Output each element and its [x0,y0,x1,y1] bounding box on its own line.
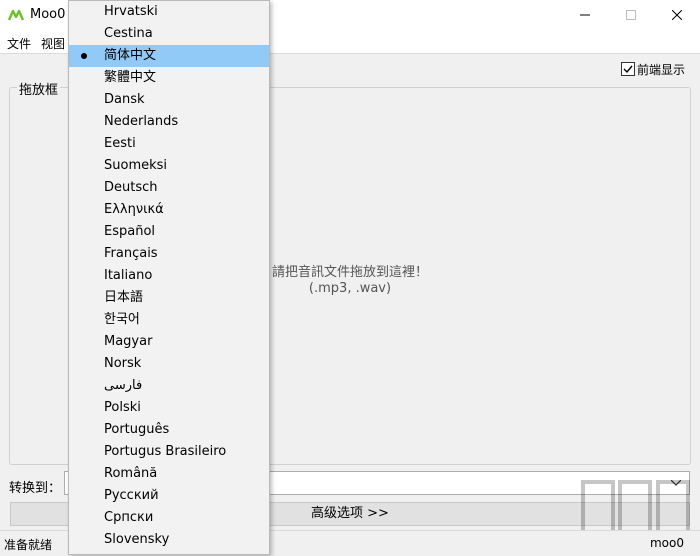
app-logo-icon [7,8,25,22]
language-menu-item[interactable]: Eesti [69,133,269,155]
language-menu-item[interactable]: Cestina [69,23,269,45]
language-menu-item-label: Italiano [104,268,153,283]
maximize-icon [626,10,636,20]
close-button[interactable] [654,0,700,31]
drop-zone-label: 拖放框 [17,79,61,98]
front-display-checkbox[interactable] [621,62,635,76]
language-menu-item[interactable]: Nederlands [69,111,269,133]
convert-to-label: 转换到： [9,481,62,496]
language-menu-item-label: Português [104,422,170,437]
language-menu-item[interactable]: Hrvatski [69,1,269,23]
language-menu-item-label: 한국어 [104,312,140,327]
language-menu-item[interactable]: فارسی [69,375,269,397]
minimize-icon [580,14,590,16]
language-menu-item-label: Portugus Brasileiro [104,444,227,459]
language-menu-item[interactable]: 한국어 [69,309,269,331]
language-menu-item[interactable]: Español [69,221,269,243]
language-menu-item-label: Română [104,466,158,481]
language-menu-item-label: 日本語 [104,290,144,305]
language-menu-item-label: Русский [104,488,159,503]
language-menu-item-label: Dansk [104,92,145,107]
maximize-button[interactable] [608,0,654,31]
language-menu: Hrvatski Cestina 简体中文繁體中文 Dansk Nederlands Ee… [68,0,270,555]
language-menu-item[interactable]: 简体中文 [69,45,269,67]
status-brand[interactable]: moo0 [650,536,684,550]
language-menu-item[interactable]: Română [69,463,269,485]
language-menu-item-label: Cestina [104,26,153,41]
language-menu-item-label: Српски [104,510,154,525]
status-text: 准备就绪 [4,538,53,552]
language-menu-item-label: Español [104,224,156,239]
language-menu-item-label: Norsk [104,356,142,371]
language-menu-item[interactable]: Deutsch [69,177,269,199]
language-menu-item[interactable]: 日本語 [69,287,269,309]
language-menu-item-label: Hrvatski [104,4,158,19]
language-menu-item-label: Français [104,246,158,261]
language-menu-item-label: Deutsch [104,180,158,195]
language-menu-item-label: 繁體中文 [104,70,157,85]
language-menu-item[interactable]: Dansk [69,89,269,111]
language-menu-item-label: Slovensky [104,532,170,547]
language-menu-item-label: 简体中文 [104,48,157,63]
language-menu-item[interactable]: Polski [69,397,269,419]
menu-view[interactable]: 视图 [41,35,65,52]
close-icon [672,10,682,20]
language-list: Hrvatski Cestina 简体中文繁體中文 Dansk Nederlands Ee… [69,1,269,551]
checkmark-icon [623,65,633,74]
window-title: Moo0 [30,7,66,22]
menu-file[interactable]: 文件 [7,35,31,52]
radio-bullet-icon [81,53,87,59]
language-menu-item[interactable]: Português [69,419,269,441]
language-menu-item[interactable]: Français [69,243,269,265]
language-menu-item[interactable]: Italiano [69,265,269,287]
language-menu-item[interactable]: Ελληνικά [69,199,269,221]
minimize-button[interactable] [562,0,608,31]
language-menu-item-label: Polski [104,400,141,415]
language-menu-item[interactable]: Norsk [69,353,269,375]
language-menu-item[interactable]: Suomeksi [69,155,269,177]
language-menu-item-label: Suomeksi [104,158,168,173]
language-menu-item[interactable]: Русский [69,485,269,507]
language-menu-item[interactable]: Српски [69,507,269,529]
language-menu-item-label: Nederlands [104,114,179,129]
language-menu-item-label: Magyar [104,334,153,349]
language-menu-item-label: Eesti [104,136,136,151]
language-menu-item[interactable]: Magyar [69,331,269,353]
language-menu-item-label: Ελληνικά [104,202,164,217]
language-menu-item-label: فارسی [104,378,143,393]
language-menu-item[interactable]: 繁體中文 [69,67,269,89]
language-menu-item[interactable]: Portugus Brasileiro [69,441,269,463]
front-display-label[interactable]: 前端显示 [637,61,685,78]
language-menu-item[interactable]: Slovensky [69,529,269,551]
